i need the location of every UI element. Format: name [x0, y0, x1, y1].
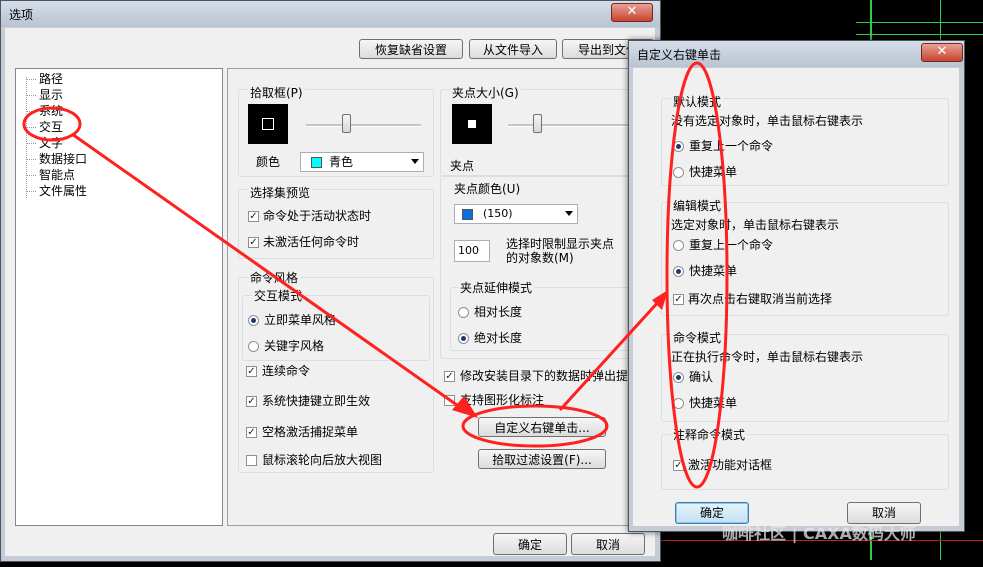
arrowhead-icon — [452, 396, 478, 418]
arrow-button-to-dialog — [558, 298, 662, 412]
highlight-right-click-dialog — [665, 61, 729, 489]
highlight-custom-button — [461, 404, 609, 448]
arrow-tree-to-button — [71, 132, 465, 412]
annotation-overlay — [22, 61, 729, 489]
